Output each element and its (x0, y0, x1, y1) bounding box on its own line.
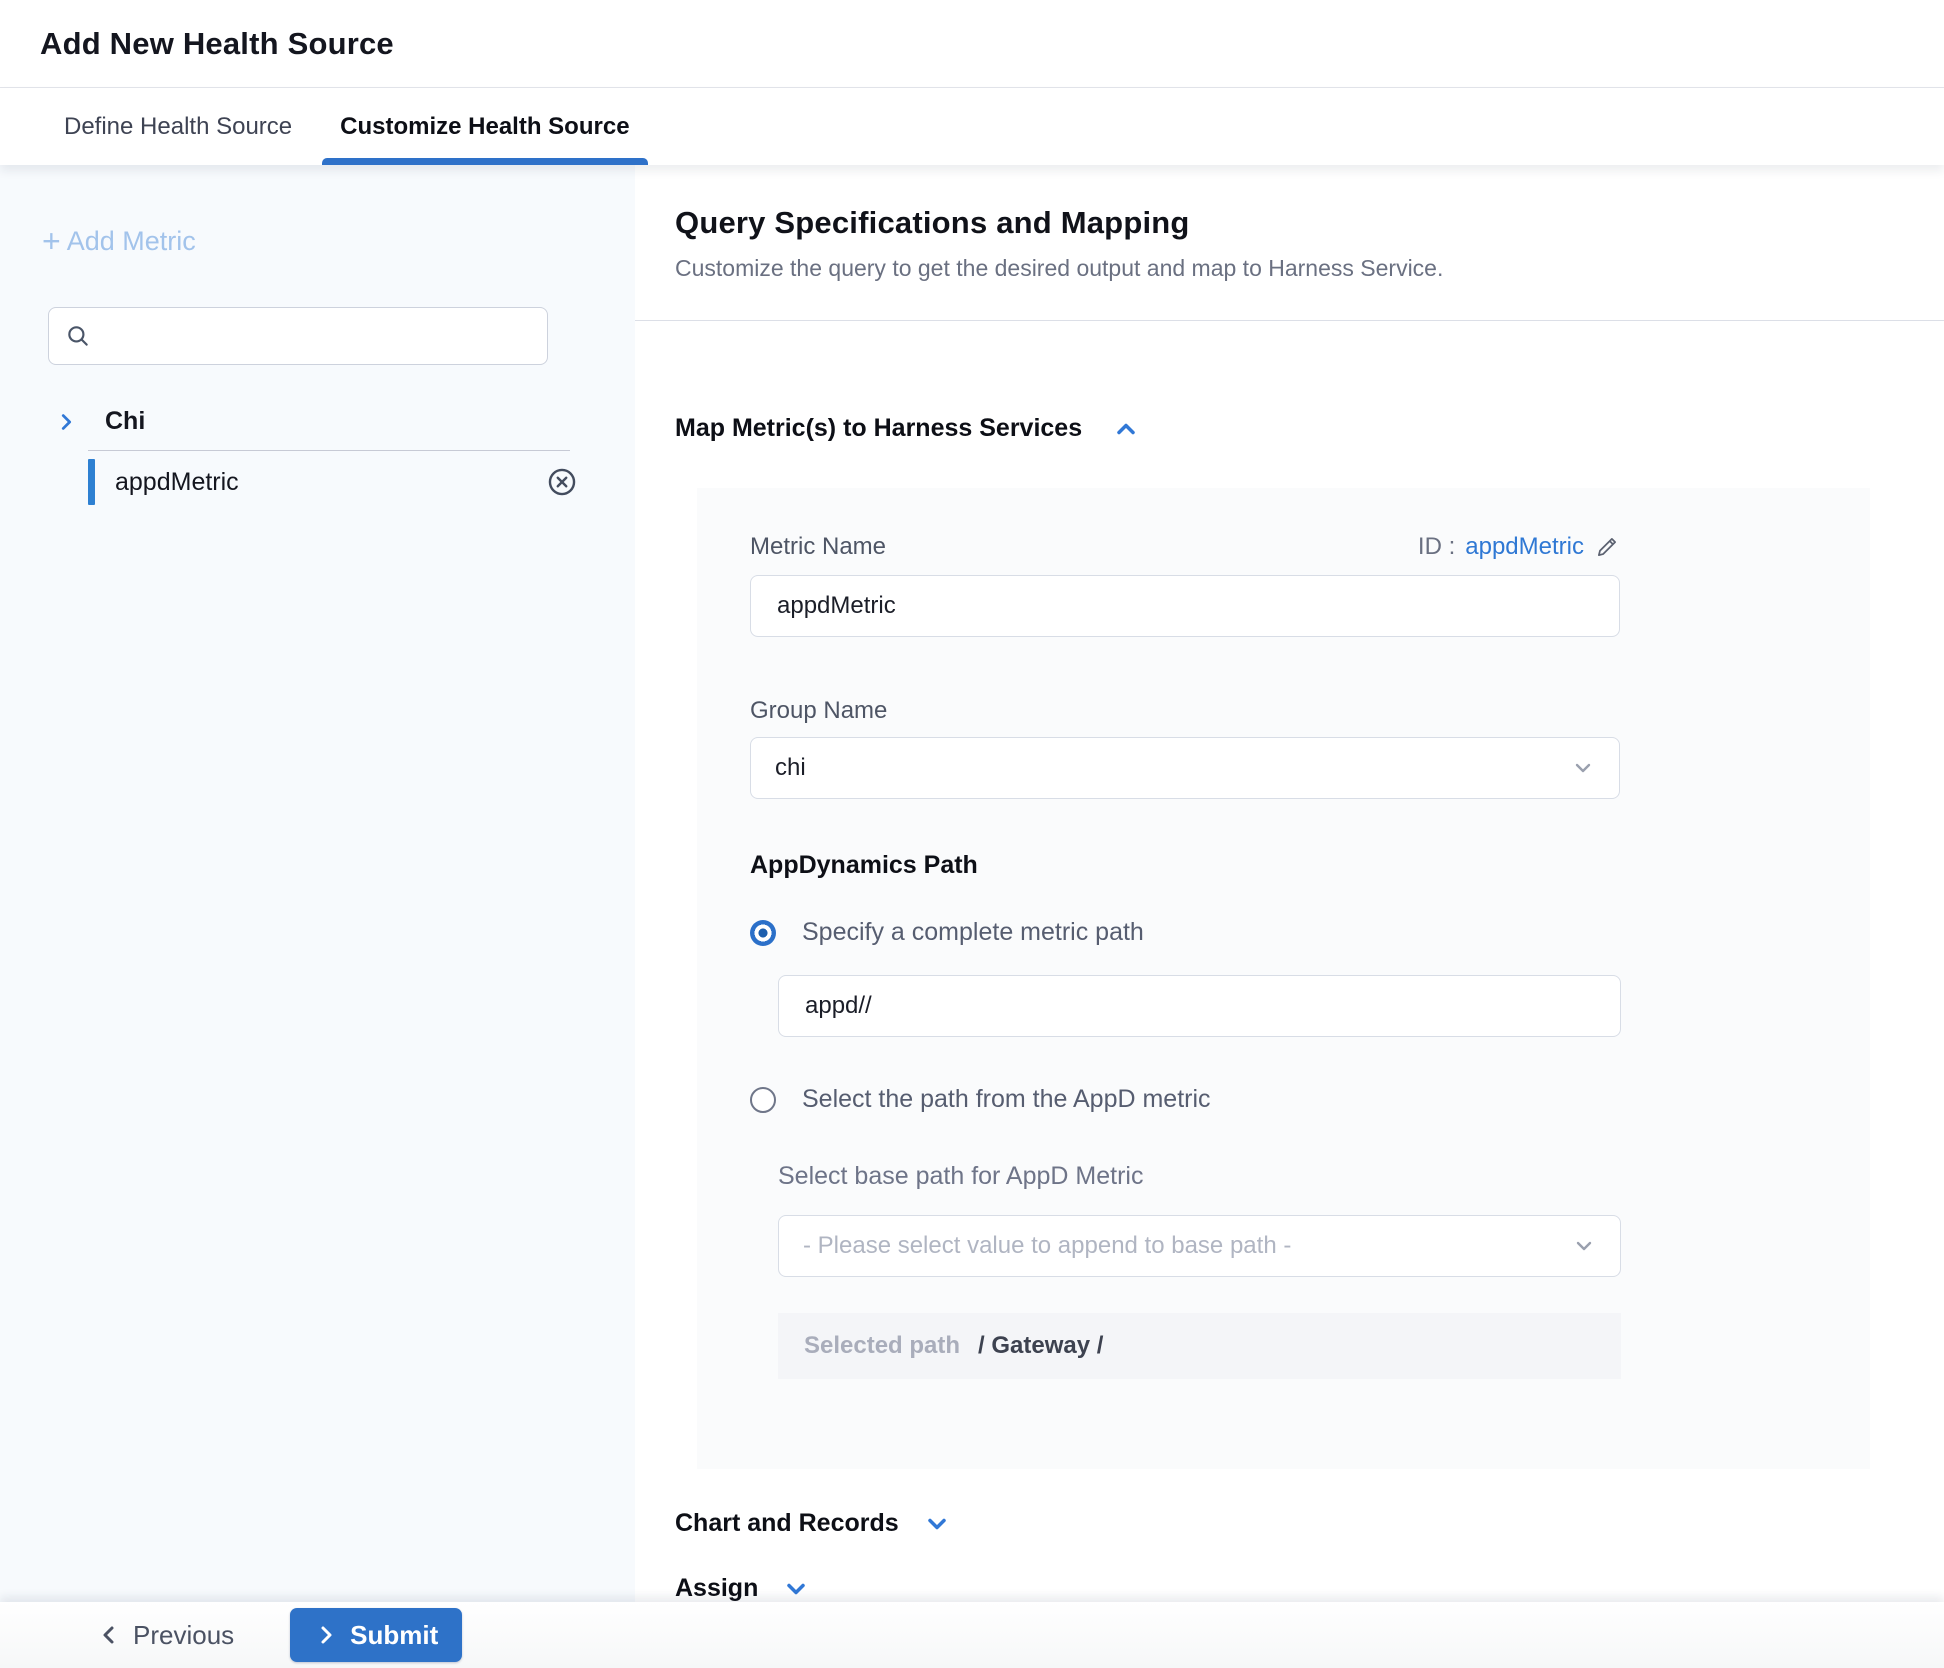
section-divider (635, 320, 1944, 321)
radio-complete-metric-path[interactable]: Specify a complete metric path (750, 918, 1620, 947)
metric-search-box (48, 307, 548, 365)
map-metrics-title: Map Metric(s) to Harness Services (675, 414, 1082, 443)
add-metric-button[interactable]: + Add Metric (42, 225, 196, 257)
section-subheading: Customize the query to get the desired o… (675, 255, 1944, 282)
query-spec-panel: Query Specifications and Mapping Customi… (635, 165, 1944, 1602)
remove-metric-icon[interactable] (545, 465, 579, 499)
tab-bar: Define Health Source Customize Health So… (0, 88, 1944, 165)
submit-label: Submit (350, 1620, 438, 1651)
selected-path-value: / Gateway / (978, 1332, 1103, 1360)
edit-icon[interactable] (1594, 534, 1620, 560)
metric-name-label: Metric Name (750, 533, 886, 561)
tab-label: Define Health Source (64, 113, 292, 141)
add-metric-label: Add Metric (67, 226, 196, 257)
chevron-down-icon[interactable] (923, 1510, 951, 1538)
metric-group-label: Chi (105, 407, 145, 436)
selected-path-bar: Selected path / Gateway / (778, 1313, 1621, 1379)
complete-metric-path-input[interactable] (778, 975, 1621, 1037)
metric-group-chi[interactable]: Chi (55, 407, 635, 436)
section-heading: Query Specifications and Mapping (675, 205, 1944, 241)
dialog-body: + Add Metric Chi appdMetric (0, 165, 1944, 1602)
submit-button[interactable]: Submit (290, 1608, 462, 1662)
chevron-right-icon (314, 1623, 338, 1647)
search-input[interactable] (103, 323, 531, 350)
add-health-source-dialog: Add New Health Source Define Health Sour… (0, 0, 1944, 1668)
assign-title: Assign (675, 1574, 758, 1602)
chevron-down-icon[interactable] (782, 1575, 810, 1603)
radio-selected-icon (750, 920, 776, 946)
selected-indicator (88, 459, 95, 505)
metric-name-input[interactable] (750, 575, 1620, 637)
page-title: Add New Health Source (40, 26, 394, 62)
group-name-select[interactable]: chi (750, 737, 1620, 799)
base-path-select[interactable]: - Please select value to append to base … (778, 1215, 1621, 1277)
group-name-value: chi (775, 754, 1571, 782)
chevron-down-icon (1571, 756, 1595, 780)
chevron-down-icon (1572, 1234, 1596, 1258)
previous-label: Previous (133, 1620, 234, 1651)
metric-item-label: appdMetric (115, 468, 239, 497)
chevron-up-icon[interactable] (1112, 415, 1140, 443)
previous-button[interactable]: Previous (97, 1620, 234, 1651)
chevron-right-icon (55, 411, 77, 433)
metric-id-row: ID : appdMetric (1418, 533, 1620, 561)
metric-name-row: Metric Name ID : appdMetric (750, 533, 1620, 561)
radio-label: Select the path from the AppD metric (802, 1085, 1211, 1114)
tab-define-health-source[interactable]: Define Health Source (46, 88, 310, 165)
map-metrics-section-header: Map Metric(s) to Harness Services (675, 414, 1944, 443)
selected-path-label: Selected path (804, 1332, 960, 1360)
metric-id-link[interactable]: appdMetric (1465, 533, 1584, 561)
search-icon (65, 323, 91, 349)
chart-records-title: Chart and Records (675, 1509, 899, 1538)
radio-select-appd-path[interactable]: Select the path from the AppD metric (750, 1085, 1620, 1114)
plus-icon: + (42, 225, 61, 257)
base-path-placeholder: - Please select value to append to base … (803, 1232, 1572, 1260)
assign-section-header: Assign (675, 1574, 1944, 1602)
dialog-footer: Previous Submit (0, 1602, 1944, 1668)
radio-label: Specify a complete metric path (802, 918, 1144, 947)
group-name-label: Group Name (750, 697, 1620, 725)
dialog-header: Add New Health Source (0, 0, 1944, 88)
id-label: ID : (1418, 533, 1455, 561)
group-divider (88, 450, 570, 451)
tab-customize-health-source[interactable]: Customize Health Source (322, 88, 647, 165)
tab-label: Customize Health Source (340, 113, 629, 141)
appdynamics-path-heading: AppDynamics Path (750, 851, 1620, 880)
chevron-left-icon (97, 1623, 121, 1647)
metric-item-appdmetric[interactable]: appdMetric (0, 453, 635, 511)
chart-records-section-header: Chart and Records (675, 1509, 1944, 1538)
radio-unselected-icon (750, 1087, 776, 1113)
metric-mapping-form: Metric Name ID : appdMetric Group Name c… (697, 488, 1870, 1469)
metrics-sidebar: + Add Metric Chi appdMetric (0, 165, 635, 1602)
base-path-label: Select base path for AppD Metric (778, 1162, 1620, 1191)
